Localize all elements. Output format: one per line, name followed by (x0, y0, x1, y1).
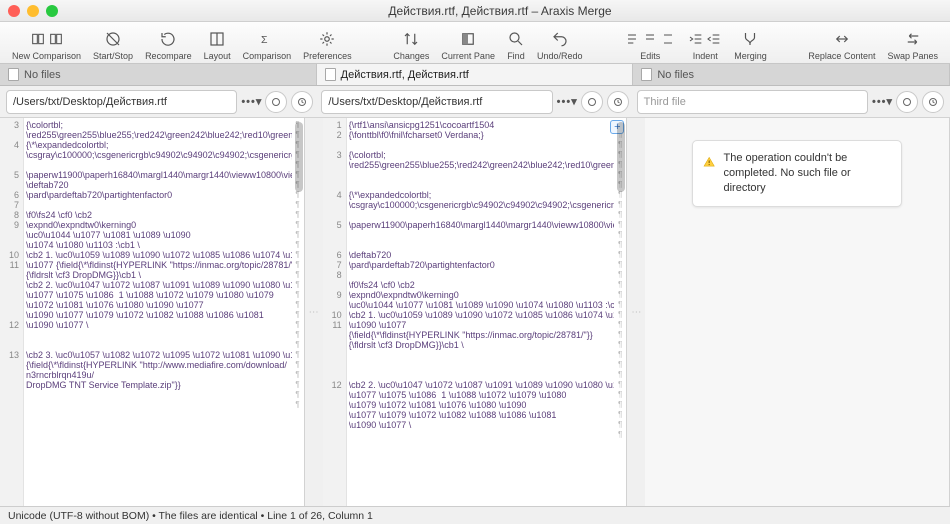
document-icon (641, 68, 652, 81)
path-input-left[interactable]: /Users/txt/Desktop/Действия.rtf (6, 90, 237, 114)
code-left[interactable]: {\colortbl;¶\red255\green255\blue255;\re… (24, 118, 304, 506)
toolbar: New ComparisonStart/StopRecompareLayoutΣ… (0, 22, 950, 64)
recompare-icon (159, 28, 177, 50)
status-bar: Unicode (UTF-8 without BOM) • The files … (0, 506, 950, 524)
tab-left[interactable]: No files (0, 64, 317, 85)
link-strip-right: ⋯ (627, 118, 645, 506)
comparison-button[interactable]: ΣComparison (237, 28, 298, 61)
tab-bar: No files Действия.rtf, Действия.rtf No f… (0, 64, 950, 86)
preferences-button[interactable]: Preferences (297, 28, 358, 61)
undo-redo-button[interactable]: Undo/Redo (531, 28, 589, 61)
minimize-icon[interactable] (27, 5, 39, 17)
editor-panes: 3 4 5 6789 1011 12 13 {\colortbl;¶\red25… (0, 118, 950, 506)
gutter-left: 3 4 5 6789 1011 12 13 (0, 118, 24, 506)
indent-button[interactable]: Indent (682, 28, 728, 61)
document-icon (8, 68, 19, 81)
scrollbar-thumb[interactable] (617, 122, 625, 192)
changes-icon (402, 28, 420, 50)
window-title: Действия.rtf, Действия.rtf – Araxis Merg… (58, 4, 942, 18)
new-comparison-icon (30, 28, 64, 50)
status-text: Unicode (UTF-8 without BOM) • The files … (8, 510, 373, 522)
path-input-right[interactable]: Third file (637, 90, 868, 114)
layout-button[interactable]: Layout (198, 28, 237, 61)
layout-icon (208, 28, 226, 50)
find-button[interactable]: Find (501, 28, 531, 61)
scrollbar-thumb[interactable] (295, 122, 303, 192)
undo-redo-icon (551, 28, 569, 50)
current-pane-icon (459, 28, 477, 50)
browse-middle[interactable] (581, 91, 603, 113)
warning-icon (703, 151, 715, 173)
start-stop-icon (104, 28, 122, 50)
titlebar: Действия.rtf, Действия.rtf – Araxis Merg… (0, 0, 950, 22)
swap-panes-button[interactable]: Swap Panes (881, 28, 944, 61)
pane-left[interactable]: 3 4 5 6789 1011 12 13 {\colortbl;¶\red25… (0, 118, 305, 506)
preferences-icon (318, 28, 336, 50)
find-icon (507, 28, 525, 50)
close-icon[interactable] (8, 5, 20, 17)
edits-button[interactable]: Edits (618, 28, 682, 61)
replace-content-icon (833, 28, 851, 50)
pane-middle[interactable]: 12 3 4 5 678 9 1011 12 {\rtf1\ansi\ansic… (323, 118, 628, 506)
tab-middle[interactable]: Действия.rtf, Действия.rtf (317, 64, 634, 85)
gutter-middle: 12 3 4 5 678 9 1011 12 (323, 118, 347, 506)
error-message: The operation couldn't be completed. No … (692, 140, 902, 207)
swap-panes-icon (904, 28, 922, 50)
path-menu-middle[interactable]: •••▾ (557, 95, 577, 108)
start-stop-button[interactable]: Start/Stop (87, 28, 139, 61)
path-menu-right[interactable]: •••▾ (872, 95, 892, 108)
svg-text:Σ: Σ (261, 34, 268, 46)
indent-icon (688, 28, 722, 50)
history-right[interactable] (922, 91, 944, 113)
browse-left[interactable] (265, 91, 287, 113)
path-input-middle[interactable]: /Users/txt/Desktop/Действия.rtf (321, 90, 552, 114)
window-controls (8, 5, 58, 17)
tab-right[interactable]: No files (633, 64, 950, 85)
replace-content-button[interactable]: Replace Content (802, 28, 881, 61)
path-menu-left[interactable]: •••▾ (241, 95, 261, 108)
edits-icon (624, 28, 676, 50)
zoom-icon[interactable] (46, 5, 58, 17)
changes-button[interactable]: Changes (387, 28, 435, 61)
merging-icon (741, 28, 759, 50)
link-strip-left: ⋯ (305, 118, 323, 506)
document-icon (325, 68, 336, 81)
merging-button[interactable]: Merging (728, 28, 773, 61)
history-middle[interactable] (607, 91, 629, 113)
recompare-button[interactable]: Recompare (139, 28, 198, 61)
file-path-row: /Users/txt/Desktop/Действия.rtf •••▾ /Us… (0, 86, 950, 118)
comparison-icon: Σ (258, 28, 276, 50)
pane-right: The operation couldn't be completed. No … (645, 118, 950, 506)
new-comparison-button[interactable]: New Comparison (6, 28, 87, 61)
browse-right[interactable] (896, 91, 918, 113)
current-pane-button[interactable]: Current Pane (435, 28, 501, 61)
history-left[interactable] (291, 91, 313, 113)
code-middle[interactable]: {\rtf1\ansi\ansicpg1251\cocoartf1504¶{\f… (347, 118, 627, 506)
